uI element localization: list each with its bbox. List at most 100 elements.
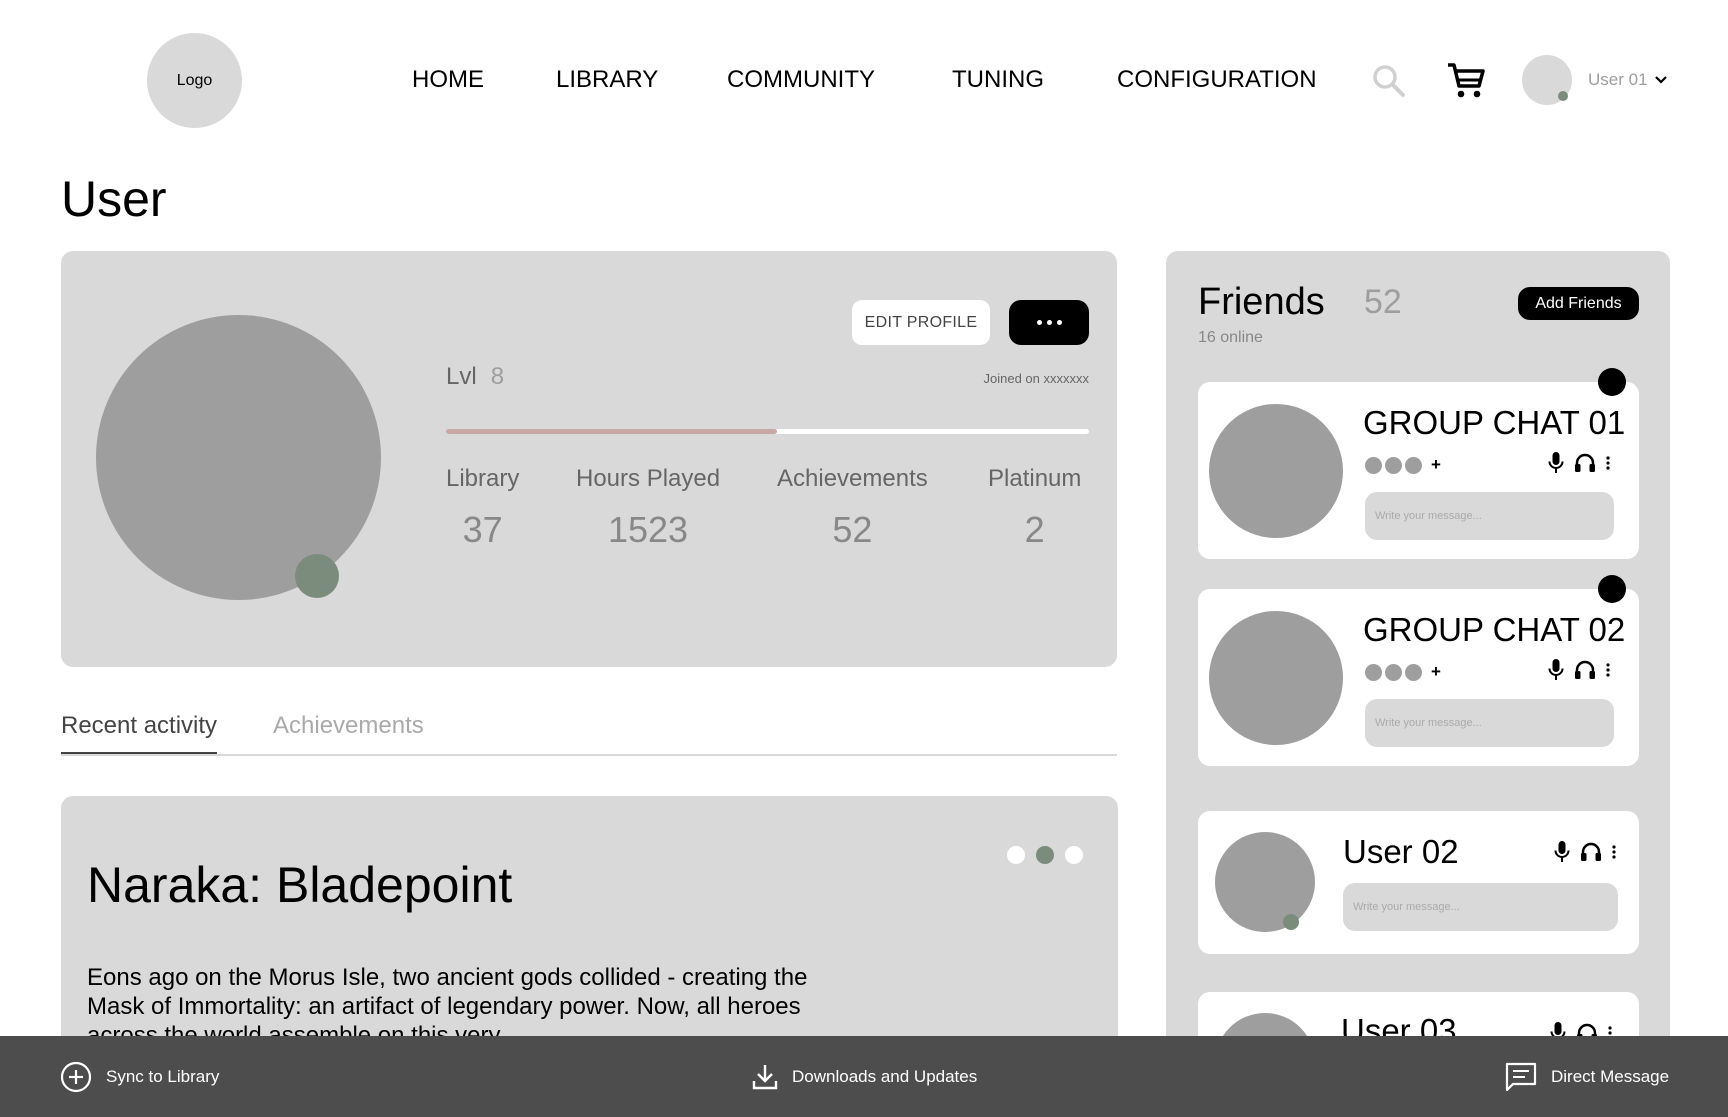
stat-hours-played: Hours Played 1523 (576, 465, 720, 551)
game-title[interactable]: Naraka: Bladepoint (87, 856, 512, 914)
profile-tabs: Recent activity Achievements (61, 710, 1117, 756)
user-name: User 01 (1588, 70, 1648, 89)
edit-profile-button[interactable]: EDIT PROFILE (852, 300, 990, 345)
level-value: 8 (490, 363, 505, 390)
friends-online-count: 16 online (1198, 329, 1263, 346)
group-chat-card[interactable]: GROUP CHAT 02 + (1198, 575, 1639, 766)
member-avatar (1385, 456, 1402, 474)
friends-count: 52 (1364, 283, 1402, 321)
stat-label: Platinum (988, 465, 1082, 492)
logo-text: Logo (176, 71, 213, 89)
search-icon[interactable] (1371, 63, 1407, 99)
logo[interactable]: Logo (147, 33, 242, 128)
stat-achievements: Achievements 52 (777, 465, 928, 551)
member-avatar (1365, 456, 1382, 474)
downloads-updates-button[interactable]: Downloads and Updates (752, 1036, 977, 1117)
microphone-icon[interactable] (1554, 841, 1570, 863)
cart-icon[interactable] (1446, 60, 1486, 100)
member-avatar (1405, 456, 1422, 474)
group-chat-name: GROUP CHAT 02 (1363, 611, 1626, 648)
stat-label: Hours Played (576, 465, 721, 492)
friend-card[interactable]: User 02 (1198, 811, 1639, 954)
stat-label: Library (446, 465, 520, 492)
carousel-pagination (1007, 846, 1083, 864)
stat-value: 37 (462, 509, 503, 550)
notification-badge (1598, 368, 1626, 396)
group-chat-name: GROUP CHAT 01 (1363, 404, 1626, 441)
stat-value: 1523 (607, 509, 689, 550)
user-menu[interactable]: User 01 (1588, 70, 1668, 90)
plus-circle-icon (60, 1061, 92, 1092)
sync-to-library-button[interactable]: Sync to Library (60, 1036, 219, 1117)
voice-controls (1554, 841, 1616, 863)
kebab-menu-icon[interactable] (1612, 845, 1616, 859)
friend-name: User 02 (1343, 833, 1459, 870)
headphones-icon[interactable] (1580, 842, 1602, 862)
nav-community[interactable]: COMMUNITY (727, 66, 875, 94)
more-dot (1046, 320, 1052, 325)
more-dot (1036, 320, 1042, 325)
stat-library: Library 37 (446, 465, 519, 551)
group-avatar (1209, 611, 1343, 745)
stat-value: 52 (832, 509, 873, 550)
stat-value: 2 (1024, 509, 1045, 550)
tab-achievements[interactable]: Achievements (273, 712, 424, 752)
headphones-icon[interactable] (1574, 453, 1596, 473)
notification-badge (1598, 575, 1626, 603)
online-status-dot (295, 554, 339, 598)
more-dot (1056, 320, 1062, 325)
profile-card: EDIT PROFILE Lvl 8 Joined on xxxxxxx Libr… (61, 251, 1117, 667)
stat-label: Achievements (777, 465, 928, 492)
direct-message-button[interactable]: Direct Message (1505, 1036, 1669, 1117)
sync-label: Sync to Library (106, 1066, 220, 1086)
xp-progress-fill (446, 429, 778, 434)
online-status-dot (1558, 91, 1568, 101)
profile-avatar[interactable] (96, 315, 381, 600)
group-avatar (1209, 404, 1343, 538)
kebab-menu-icon[interactable] (1606, 456, 1610, 470)
nav-configuration[interactable]: CONFIGURATION (1117, 66, 1317, 94)
downloads-label: Downloads and Updates (792, 1066, 978, 1086)
tab-recent-activity[interactable]: Recent activity (61, 712, 218, 754)
page-title: User (61, 171, 167, 227)
member-avatar (1365, 663, 1382, 681)
group-members: + (1365, 455, 1441, 475)
online-status-dot (1283, 914, 1299, 930)
member-avatar (1405, 663, 1422, 681)
carousel-dot-active[interactable] (1036, 846, 1054, 864)
friends-title: Friends (1198, 281, 1325, 323)
message-input[interactable] (1343, 883, 1618, 931)
group-chat-card[interactable]: GROUP CHAT 01 + (1198, 368, 1639, 559)
friend-avatar (1215, 832, 1315, 932)
headphones-icon[interactable] (1574, 660, 1596, 680)
bottom-bar: Sync to Library Downloads and Updates Di… (0, 1036, 1728, 1117)
nav-library[interactable]: LIBRARY (556, 66, 658, 94)
dm-label: Direct Message (1551, 1066, 1670, 1086)
chevron-down-icon (1654, 76, 1667, 84)
user-avatar[interactable] (1522, 55, 1572, 105)
member-avatar (1385, 663, 1402, 681)
add-friends-button[interactable]: Add Friends (1518, 287, 1639, 320)
nav-tuning[interactable]: TUNING (952, 66, 1044, 94)
microphone-icon[interactable] (1548, 452, 1564, 474)
message-input[interactable] (1365, 699, 1614, 747)
level: Lvl 8 (446, 363, 504, 391)
nav-home[interactable]: HOME (412, 66, 484, 94)
joined-date: Joined on xxxxxxx (983, 371, 1090, 386)
carousel-dot[interactable] (1065, 846, 1083, 864)
xp-progress-bar (446, 429, 1089, 434)
voice-controls (1548, 452, 1610, 474)
microphone-icon[interactable] (1548, 659, 1564, 681)
stat-platinum: Platinum 2 (988, 465, 1081, 551)
friends-panel: Friends 52 16 online Add Friends GROUP C… (1166, 251, 1670, 1117)
more-members: + (1431, 455, 1441, 474)
message-input[interactable] (1365, 492, 1614, 540)
level-label: Lvl (446, 363, 477, 390)
download-icon (752, 1064, 778, 1089)
more-options-button[interactable] (1009, 300, 1089, 345)
message-icon (1505, 1062, 1537, 1091)
voice-controls (1548, 659, 1610, 681)
group-members: + (1365, 662, 1441, 682)
kebab-menu-icon[interactable] (1606, 663, 1610, 677)
carousel-dot[interactable] (1007, 846, 1025, 864)
